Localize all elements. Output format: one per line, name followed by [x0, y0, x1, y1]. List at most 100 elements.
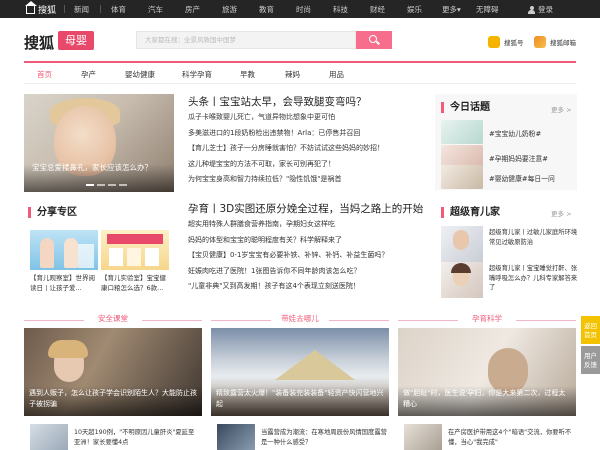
- topic-item[interactable]: #婴幼健康#每日一问: [489, 173, 555, 183]
- top-nav-news[interactable]: 新闻: [74, 4, 89, 15]
- section-travel-title[interactable]: 带娃去哪儿: [281, 314, 319, 323]
- news-thumb[interactable]: [217, 424, 255, 450]
- top-nav-ent[interactable]: 娱乐: [407, 4, 422, 15]
- list-item[interactable]: 妊娠肉吃进了医院！1张图告诉你不同年龄肉该怎么吃？: [188, 264, 388, 280]
- divider: [329, 320, 389, 321]
- super-parent-more[interactable]: 更多 >: [551, 208, 572, 218]
- parent-thumb-hair: [451, 263, 471, 273]
- topic-item[interactable]: #孕期妈妈要注意#: [489, 153, 548, 163]
- topic-item[interactable]: #宝宝幼儿奶粉#: [489, 128, 541, 138]
- list-item[interactable]: "儿童非典"又到高发期！孩子有这4个表现立刻送医院！: [188, 279, 388, 295]
- sohu-account-icon: [488, 36, 500, 48]
- sohu-mail-label: 搜狐邮箱: [550, 39, 576, 47]
- section-travel-caption[interactable]: 精致露营太火爆！"装备装完装装备"轻资产快闪营地兴起: [211, 388, 389, 410]
- subnav-infant-health[interactable]: 婴幼健康: [125, 69, 155, 80]
- share-card-image-product: [127, 248, 141, 266]
- divider: [100, 5, 101, 13]
- search-icon: [369, 35, 377, 43]
- feedback-button[interactable]: 用户反馈: [581, 346, 600, 374]
- search-input[interactable]: 大家都在搜：全景风致国中国梦: [136, 31, 356, 49]
- news-item[interactable]: 当露营成为潮流：在寒地周辰份风情国度露营是一种什么感受？: [261, 428, 387, 448]
- share-card-image[interactable]: [30, 230, 98, 270]
- news-item[interactable]: 在产房医护带用这4个"暗语"交流，你要听不懂，当心"我完成": [448, 428, 574, 448]
- top-nav-education[interactable]: 教育: [259, 4, 274, 15]
- parent-thumb[interactable]: [441, 226, 483, 262]
- login-link[interactable]: 登录: [528, 4, 553, 15]
- carousel-dot[interactable]: [86, 184, 94, 186]
- list-item[interactable]: 【育儿芝士】孩子一分房睡就害怕？不妨试试这些妈妈的妙招！: [188, 141, 384, 157]
- share-card-image[interactable]: [101, 230, 169, 270]
- sohu-account-label: 搜狐号: [504, 39, 524, 47]
- share-section-title: 分享专区: [28, 207, 77, 218]
- divider: [211, 320, 271, 321]
- news-thumb[interactable]: [404, 424, 442, 450]
- sohu-home-link[interactable]: 搜狐: [25, 0, 57, 16]
- subnav-hot-mom[interactable]: 辣妈: [285, 69, 300, 80]
- list-item[interactable]: 多美滋进口的1段奶粉检出违禁物！Arla：已停售并召回: [188, 126, 384, 142]
- sohu-mail-link[interactable]: 搜狐邮箱: [534, 36, 576, 48]
- list-item[interactable]: 瓜子卡喉致婴儿死亡，气道异物比想象中更可怕: [188, 110, 384, 126]
- back-to-home-button[interactable]: 返回首页: [581, 316, 600, 344]
- top-nav-tech[interactable]: 科技: [333, 4, 348, 15]
- top-nav-more-label: 更多: [442, 5, 457, 14]
- news-thumb[interactable]: [30, 424, 68, 450]
- share-card-caption[interactable]: 【育儿观察室】世界阅读日丨让孩子爱...: [30, 273, 98, 293]
- top-nav-house[interactable]: 房产: [185, 4, 200, 15]
- divider: [398, 320, 458, 321]
- top-nav-finance[interactable]: 财经: [370, 4, 385, 15]
- hero-carousel[interactable]: 宝宝总爱揉鼻孔，家长应该怎么办？: [24, 94, 174, 192]
- top-bar: 搜狐 新闻 体育 汽车 房产 旅游 教育 时尚 科技 财经 娱乐 更多▾ 无障碍…: [0, 0, 600, 18]
- list-item[interactable]: 为何宝宝身高和智力持续拉低？"隐性饥饿"是祸首: [188, 172, 384, 188]
- subnav-science-parenting[interactable]: 科学孕育: [182, 69, 212, 80]
- channel-badge[interactable]: 母婴: [58, 31, 94, 50]
- top-nav-fashion[interactable]: 时尚: [296, 4, 311, 15]
- list-item[interactable]: 这儿种堤宝宝的方法不可取，家长可别再犯了！: [188, 157, 384, 173]
- share-card-image-person: [64, 238, 78, 268]
- section-travel-image-tent: [275, 350, 355, 380]
- headline-title-1[interactable]: 头条丨宝宝站太早，会导致腿变弯吗？: [188, 94, 367, 109]
- sohu-logo-text: 搜狐: [38, 6, 57, 16]
- section-safety-caption[interactable]: 遇到人贩子，怎么让孩子学会识别陌生人？大能防止孩子被拐骗: [24, 388, 202, 410]
- carousel-dot[interactable]: [97, 184, 105, 186]
- section-safety-image-hair: [48, 340, 88, 358]
- login-label: 登录: [538, 5, 553, 14]
- top-nav-travel[interactable]: 旅游: [222, 4, 237, 15]
- top-nav-more[interactable]: 更多▾: [442, 4, 461, 15]
- section-safety-title[interactable]: 安全课堂: [98, 314, 128, 323]
- today-topics-title: 今日话题: [441, 102, 490, 113]
- site-brand[interactable]: 搜狐: [24, 32, 54, 53]
- sohu-account-link[interactable]: 搜狐号: [488, 36, 524, 48]
- hero-caption[interactable]: 宝宝总爱揉鼻孔，家长应该怎么办？: [32, 162, 152, 173]
- top-nav-sports[interactable]: 体育: [111, 4, 126, 15]
- subnav-home[interactable]: 首页: [37, 69, 52, 80]
- divider: [142, 320, 202, 321]
- parent-thumb[interactable]: [441, 262, 483, 298]
- section-science-caption[interactable]: 做"胆趾"时，医生说'孕妇，你是大来第二次，过程太糟心: [398, 388, 576, 410]
- topic-thumb[interactable]: [441, 120, 483, 144]
- subnav-early-education[interactable]: 早教: [240, 69, 255, 80]
- share-card-caption[interactable]: 【育儿实验室】宝宝健康口粮怎么选？6款...: [101, 273, 169, 293]
- topic-thumb[interactable]: [441, 165, 483, 189]
- subnav-pregnancy[interactable]: 孕产: [81, 69, 96, 80]
- section-science-title[interactable]: 孕育科学: [472, 314, 502, 323]
- subnav-products[interactable]: 用品: [329, 69, 344, 80]
- section-travel-header: 带娃去哪儿: [211, 313, 389, 327]
- top-nav-accessibility[interactable]: 无障碍: [476, 4, 499, 15]
- list-item[interactable]: 超实用特殊人群膳食营养指南，孕期妇女这样吃: [188, 217, 388, 233]
- parent-item[interactable]: 超级育儿家丨宝宝睡觉打鼾、张嘴呼吸怎么办？儿科专家解答来了: [489, 264, 581, 293]
- super-parent-title: 超级育儿家: [441, 207, 500, 218]
- top-nav-auto[interactable]: 汽车: [148, 4, 163, 15]
- divider: [24, 320, 84, 321]
- headline-title-2[interactable]: 孕育丨3D实图还原分娩全过程，当妈之路上的开始: [188, 201, 423, 216]
- search-button[interactable]: [356, 31, 392, 49]
- news-item[interactable]: 10天超190例，"不明原因儿童肝炎"夏延至亚洲！家长要懂4点: [74, 428, 200, 448]
- list-item[interactable]: 【宝贝健康】0-1岁宝宝有必要补铁、补锌、补钙、补益生菌吗？: [188, 248, 388, 264]
- list-item[interactable]: 妈妈的体型和宝宝的聪明程度有关？科学解释来了: [188, 233, 388, 249]
- today-topics-more[interactable]: 更多 >: [551, 104, 572, 114]
- share-card-image-person: [40, 238, 54, 268]
- carousel-dot[interactable]: [108, 184, 116, 186]
- section-safety-header: 安全课堂: [24, 313, 202, 327]
- carousel-dot[interactable]: [119, 184, 127, 186]
- share-card-image-product: [109, 248, 123, 266]
- parent-item[interactable]: 超级育儿家丨过敏儿家庭所环境常见过敏原防治: [489, 228, 581, 247]
